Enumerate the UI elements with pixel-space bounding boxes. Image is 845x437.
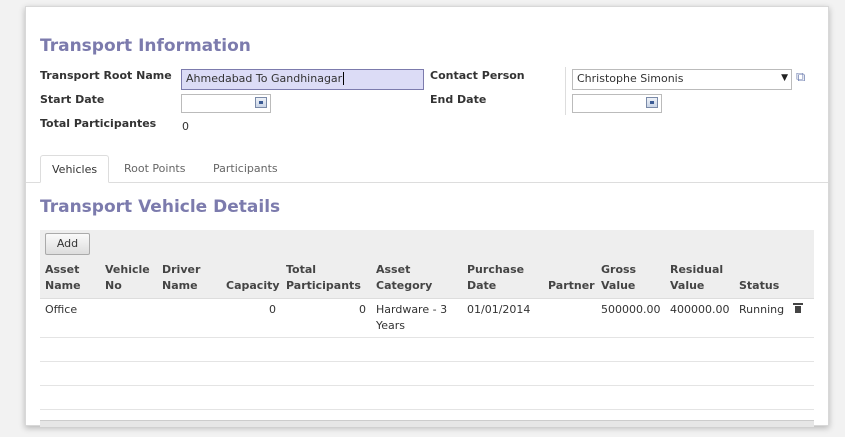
column-header[interactable]: Purchase Date (462, 260, 543, 299)
tab-bar-line (26, 182, 828, 183)
contact-person-label: Contact Person (430, 69, 525, 82)
column-header[interactable]: Gross Value (596, 260, 665, 299)
cell-residual-value: 400000.00 (665, 298, 734, 338)
end-date-input[interactable] (572, 94, 662, 113)
calendar-icon[interactable] (255, 97, 267, 108)
vehicles-table: Asset Name Vehicle No Driver Name Capaci… (40, 260, 814, 410)
column-header[interactable]: Capacity (221, 260, 281, 299)
page-title: Transport Information (40, 36, 251, 56)
column-header[interactable]: Vehicle No (100, 260, 157, 299)
cell-capacity: 0 (221, 298, 281, 338)
empty-row (40, 361, 814, 386)
end-date-label: End Date (430, 93, 487, 106)
column-header[interactable]: Residual Value (665, 260, 734, 299)
start-date-input[interactable] (181, 94, 271, 113)
trash-icon[interactable] (793, 303, 803, 313)
root-name-value: Ahmedabad To Gandhinagar (186, 72, 343, 85)
start-date-label: Start Date (40, 93, 105, 106)
form-sheet: Transport Information Transport Root Nam… (25, 6, 829, 427)
grid-footer (40, 420, 814, 427)
column-header-actions (789, 260, 814, 299)
empty-row (40, 385, 814, 410)
root-name-input[interactable]: Ahmedabad To Gandhinagar (181, 69, 424, 90)
vehicles-grid: Add Asset Name Vehicle No Driver Name Ca… (40, 230, 814, 427)
total-participants-value: 0 (182, 120, 189, 133)
table-row[interactable]: Office 0 0 Hardware - 3 Years 01/01/2014… (40, 298, 814, 338)
section-title: Transport Vehicle Details (40, 197, 281, 217)
cell-asset-category: Hardware - 3 Years (371, 298, 462, 338)
add-button[interactable]: Add (45, 233, 90, 255)
calendar-icon[interactable] (646, 97, 658, 108)
tab-vehicles[interactable]: Vehicles (40, 155, 110, 183)
empty-row (40, 337, 814, 362)
cell-total-participants: 0 (281, 298, 371, 338)
cell-driver-name (157, 298, 221, 338)
tab-participants[interactable]: Participants (202, 155, 289, 182)
grid-toolbar: Add (40, 230, 814, 260)
column-header[interactable]: Partner (543, 260, 596, 299)
cell-partner (543, 298, 596, 338)
cell-purchase-date: 01/01/2014 (462, 298, 543, 338)
column-divider (565, 67, 566, 115)
cell-vehicle-no (100, 298, 157, 338)
root-name-label: Transport Root Name (40, 69, 172, 82)
column-header[interactable]: Driver Name (157, 260, 221, 299)
column-header[interactable]: Asset Name (40, 260, 100, 299)
total-participants-label: Total Participantes (40, 117, 157, 130)
cell-asset-name: Office (40, 298, 100, 338)
column-header[interactable]: Status (734, 260, 789, 299)
column-header[interactable]: Asset Category (371, 260, 462, 299)
table-header: Asset Name Vehicle No Driver Name Capaci… (40, 260, 814, 299)
contact-person-value: Christophe Simonis (577, 72, 684, 85)
tab-root-points[interactable]: Root Points (113, 155, 196, 182)
cell-actions (789, 298, 814, 338)
cell-gross-value: 500000.00 (596, 298, 665, 338)
chevron-down-icon: ▼ (781, 73, 788, 83)
column-header[interactable]: Total Participants (281, 260, 371, 299)
cell-status: Running (734, 298, 789, 338)
external-link-icon[interactable]: ⧉ (796, 70, 805, 85)
contact-person-select[interactable]: Christophe Simonis ▼ (572, 69, 792, 90)
